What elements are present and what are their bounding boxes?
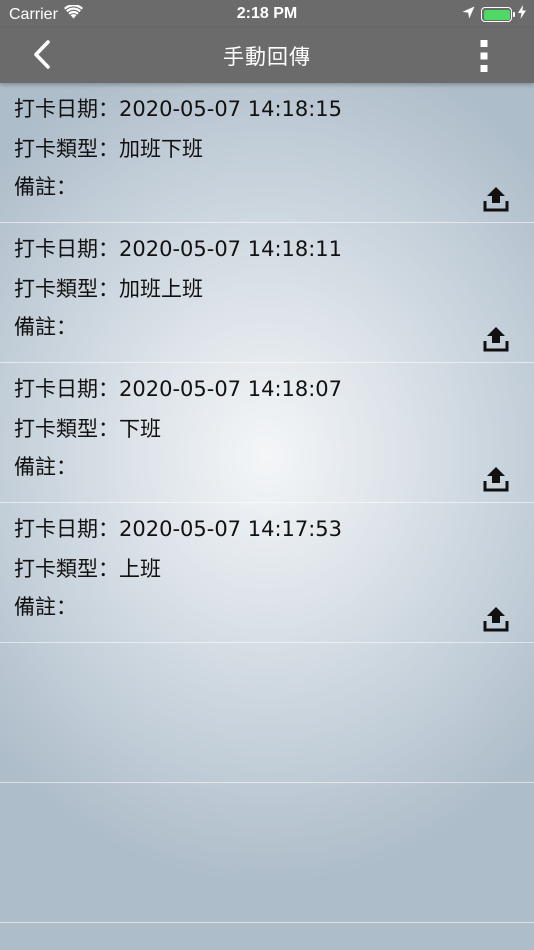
- status-time: 2:18 PM: [236, 5, 298, 22]
- note-label: 備註：: [14, 455, 77, 479]
- record-datetime: 2020-05-07 14:18:07: [119, 377, 343, 401]
- record-date-row: 打卡日期：2020-05-07 14:18:11: [14, 236, 342, 262]
- list-divider: [0, 782, 534, 783]
- record-item: 打卡日期：2020-05-07 14:18:11 打卡類型：加班上班 備註：: [0, 223, 534, 363]
- record-datetime: 2020-05-07 14:17:53: [119, 517, 343, 541]
- upload-button[interactable]: [483, 326, 509, 352]
- record-date-row: 打卡日期：2020-05-07 14:18:15: [14, 96, 342, 122]
- battery-fill: [483, 9, 510, 20]
- status-bar: Carrier 2:18 PM: [0, 0, 534, 28]
- record-note-row: 備註：: [14, 594, 77, 620]
- record-type-row: 打卡類型：加班上班: [14, 276, 203, 302]
- date-label: 打卡日期：: [14, 237, 119, 261]
- nav-bar: 手動回傳: [0, 28, 534, 83]
- record-type-row: 打卡類型：加班下班: [14, 136, 203, 162]
- record-type: 上班: [119, 557, 161, 581]
- note-label: 備註：: [14, 175, 77, 199]
- note-label: 備註：: [14, 595, 77, 619]
- upload-button[interactable]: [483, 186, 509, 212]
- battery-icon: [481, 7, 515, 22]
- type-label: 打卡類型：: [14, 277, 119, 301]
- record-note-row: 備註：: [14, 454, 77, 480]
- date-label: 打卡日期：: [14, 517, 119, 541]
- record-type: 下班: [119, 417, 161, 441]
- more-vertical-icon: [480, 40, 488, 72]
- record-type-row: 打卡類型：下班: [14, 416, 161, 442]
- date-label: 打卡日期：: [14, 377, 119, 401]
- record-datetime: 2020-05-07 14:18:11: [119, 237, 343, 261]
- type-label: 打卡類型：: [14, 417, 119, 441]
- record-date-row: 打卡日期：2020-05-07 14:17:53: [14, 516, 342, 542]
- record-type-row: 打卡類型：上班: [14, 556, 161, 582]
- type-label: 打卡類型：: [14, 137, 119, 161]
- upload-icon: [483, 467, 509, 492]
- type-label: 打卡類型：: [14, 557, 119, 581]
- location-arrow-icon: [462, 6, 475, 24]
- more-menu-button[interactable]: [472, 38, 496, 74]
- upload-button[interactable]: [483, 606, 509, 632]
- record-type: 加班下班: [119, 137, 203, 161]
- page-title: 手動回傳: [223, 45, 311, 69]
- record-note-row: 備註：: [14, 314, 77, 340]
- upload-icon: [483, 607, 509, 632]
- record-date-row: 打卡日期：2020-05-07 14:18:07: [14, 376, 342, 402]
- note-label: 備註：: [14, 315, 77, 339]
- upload-icon: [483, 327, 509, 352]
- charging-bolt-icon: [518, 5, 526, 24]
- status-right: [462, 5, 526, 24]
- record-note-row: 備註：: [14, 174, 77, 200]
- record-item: 打卡日期：2020-05-07 14:17:53 打卡類型：上班 備註：: [0, 503, 534, 643]
- record-list: 打卡日期：2020-05-07 14:18:15 打卡類型：加班下班 備註： 打…: [0, 83, 534, 643]
- record-item: 打卡日期：2020-05-07 14:18:07 打卡類型：下班 備註：: [0, 363, 534, 503]
- record-item: 打卡日期：2020-05-07 14:18:15 打卡類型：加班下班 備註：: [0, 83, 534, 223]
- date-label: 打卡日期：: [14, 97, 119, 121]
- upload-button[interactable]: [483, 466, 509, 492]
- list-divider: [0, 922, 534, 923]
- upload-icon: [483, 187, 509, 212]
- record-datetime: 2020-05-07 14:18:15: [119, 97, 343, 121]
- record-type: 加班上班: [119, 277, 203, 301]
